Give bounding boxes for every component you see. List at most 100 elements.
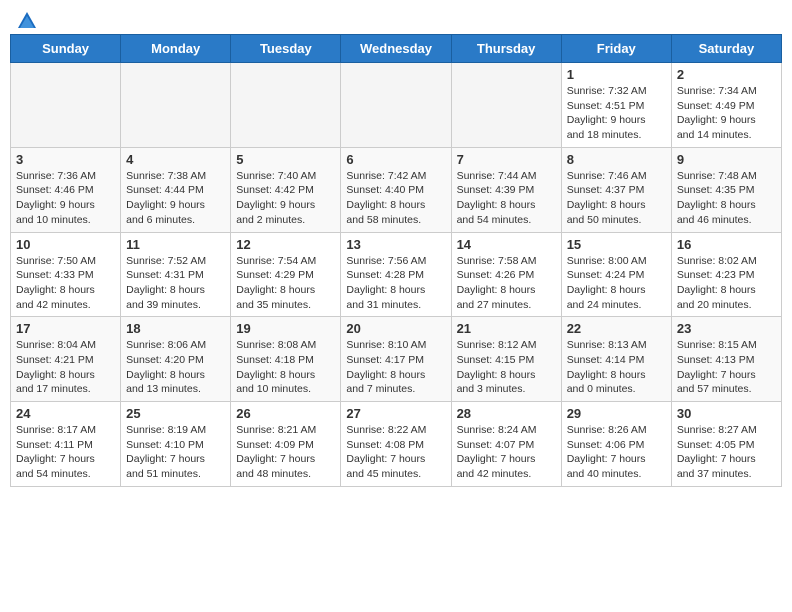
day-number: 27 (346, 406, 445, 421)
day-number: 10 (16, 237, 115, 252)
calendar-cell: 3 Sunrise: 7:36 AM Sunset: 4:46 PM Daylig… (11, 147, 121, 232)
day-info: Sunrise: 8:12 AM Sunset: 4:15 PM Dayligh… (457, 338, 556, 397)
day-number: 15 (567, 237, 666, 252)
calendar-cell: 20 Sunrise: 8:10 AM Sunset: 4:17 PM Dayli… (341, 317, 451, 402)
day-info: Sunrise: 8:26 AM Sunset: 4:06 PM Dayligh… (567, 423, 666, 482)
day-number: 28 (457, 406, 556, 421)
day-info: Sunrise: 8:13 AM Sunset: 4:14 PM Dayligh… (567, 338, 666, 397)
day-number: 5 (236, 152, 335, 167)
calendar-cell: 14Sunrise: 7:58 AM Sunset: 4:26 PM Dayli… (451, 232, 561, 317)
calendar-week-row: 17 Sunrise: 8:04 AM Sunset: 4:21 PM Dayli… (11, 317, 782, 402)
day-number: 4 (126, 152, 225, 167)
day-number: 12 (236, 237, 335, 252)
calendar-week-row: 3 Sunrise: 7:36 AM Sunset: 4:46 PM Daylig… (11, 147, 782, 232)
day-info: Sunrise: 7:32 AM Sunset: 4:51 PM Dayligh… (567, 84, 666, 143)
day-info: Sunrise: 8:27 AM Sunset: 4:05 PM Dayligh… (677, 423, 776, 482)
day-number: 29 (567, 406, 666, 421)
day-info: Sunrise: 7:44 AM Sunset: 4:39 PM Dayligh… (457, 169, 556, 228)
day-info: Sunrise: 8:00 AM Sunset: 4:24 PM Dayligh… (567, 254, 666, 313)
day-info: Sunrise: 7:54 AM Sunset: 4:29 PM Dayligh… (236, 254, 335, 313)
day-number: 30 (677, 406, 776, 421)
day-info: Sunrise: 7:56 AM Sunset: 4:28 PM Dayligh… (346, 254, 445, 313)
day-info: Sunrise: 7:40 AM Sunset: 4:42 PM Dayligh… (236, 169, 335, 228)
day-info: Sunrise: 8:02 AM Sunset: 4:23 PM Dayligh… (677, 254, 776, 313)
calendar-cell (451, 63, 561, 148)
day-info: Sunrise: 8:17 AM Sunset: 4:11 PM Dayligh… (16, 423, 115, 482)
day-number: 2 (677, 67, 776, 82)
day-number: 26 (236, 406, 335, 421)
weekday-header: Wednesday (341, 35, 451, 63)
calendar-cell: 4Sunrise: 7:38 AM Sunset: 4:44 PM Daylig… (121, 147, 231, 232)
day-info: Sunrise: 7:46 AM Sunset: 4:37 PM Dayligh… (567, 169, 666, 228)
calendar-cell: 30 Sunrise: 8:27 AM Sunset: 4:05 PM Dayli… (671, 402, 781, 487)
calendar-cell: 15 Sunrise: 8:00 AM Sunset: 4:24 PM Dayli… (561, 232, 671, 317)
calendar-cell (231, 63, 341, 148)
day-number: 25 (126, 406, 225, 421)
day-number: 19 (236, 321, 335, 336)
calendar-cell: 1Sunrise: 7:32 AM Sunset: 4:51 PM Daylig… (561, 63, 671, 148)
calendar-cell: 6 Sunrise: 7:42 AM Sunset: 4:40 PM Daylig… (341, 147, 451, 232)
weekday-header: Monday (121, 35, 231, 63)
calendar-cell: 2 Sunrise: 7:34 AM Sunset: 4:49 PM Daylig… (671, 63, 781, 148)
logo-icon (16, 10, 38, 32)
day-info: Sunrise: 8:24 AM Sunset: 4:07 PM Dayligh… (457, 423, 556, 482)
day-info: Sunrise: 7:42 AM Sunset: 4:40 PM Dayligh… (346, 169, 445, 228)
day-info: Sunrise: 7:48 AM Sunset: 4:35 PM Dayligh… (677, 169, 776, 228)
calendar-cell (121, 63, 231, 148)
calendar-cell: 7 Sunrise: 7:44 AM Sunset: 4:39 PM Daylig… (451, 147, 561, 232)
day-info: Sunrise: 7:58 AM Sunset: 4:26 PM Dayligh… (457, 254, 556, 313)
weekday-header: Sunday (11, 35, 121, 63)
day-number: 21 (457, 321, 556, 336)
day-number: 6 (346, 152, 445, 167)
page-header (10, 10, 782, 28)
weekday-header: Tuesday (231, 35, 341, 63)
day-info: Sunrise: 7:50 AM Sunset: 4:33 PM Dayligh… (16, 254, 115, 313)
calendar-cell (11, 63, 121, 148)
calendar-cell: 29 Sunrise: 8:26 AM Sunset: 4:06 PM Dayli… (561, 402, 671, 487)
calendar-cell: 18Sunrise: 8:06 AM Sunset: 4:20 PM Dayli… (121, 317, 231, 402)
calendar-cell: 17 Sunrise: 8:04 AM Sunset: 4:21 PM Dayli… (11, 317, 121, 402)
day-number: 16 (677, 237, 776, 252)
day-number: 7 (457, 152, 556, 167)
calendar-week-row: 24 Sunrise: 8:17 AM Sunset: 4:11 PM Dayli… (11, 402, 782, 487)
calendar-cell: 25 Sunrise: 8:19 AM Sunset: 4:10 PM Dayli… (121, 402, 231, 487)
day-info: Sunrise: 8:15 AM Sunset: 4:13 PM Dayligh… (677, 338, 776, 397)
calendar-cell: 28 Sunrise: 8:24 AM Sunset: 4:07 PM Dayli… (451, 402, 561, 487)
calendar-cell: 21 Sunrise: 8:12 AM Sunset: 4:15 PM Dayli… (451, 317, 561, 402)
calendar-header-row: SundayMondayTuesdayWednesdayThursdayFrid… (11, 35, 782, 63)
calendar-cell: 16 Sunrise: 8:02 AM Sunset: 4:23 PM Dayli… (671, 232, 781, 317)
day-number: 20 (346, 321, 445, 336)
day-number: 11 (126, 237, 225, 252)
day-number: 9 (677, 152, 776, 167)
day-info: Sunrise: 8:22 AM Sunset: 4:08 PM Dayligh… (346, 423, 445, 482)
calendar-cell: 8 Sunrise: 7:46 AM Sunset: 4:37 PM Daylig… (561, 147, 671, 232)
logo (14, 10, 38, 28)
calendar-cell: 22 Sunrise: 8:13 AM Sunset: 4:14 PM Dayli… (561, 317, 671, 402)
calendar-cell: 5 Sunrise: 7:40 AM Sunset: 4:42 PM Daylig… (231, 147, 341, 232)
calendar-cell: 13 Sunrise: 7:56 AM Sunset: 4:28 PM Dayli… (341, 232, 451, 317)
calendar-cell: 27 Sunrise: 8:22 AM Sunset: 4:08 PM Dayli… (341, 402, 451, 487)
calendar-cell: 19 Sunrise: 8:08 AM Sunset: 4:18 PM Dayli… (231, 317, 341, 402)
calendar-week-row: 10 Sunrise: 7:50 AM Sunset: 4:33 PM Dayli… (11, 232, 782, 317)
day-number: 24 (16, 406, 115, 421)
day-info: Sunrise: 8:08 AM Sunset: 4:18 PM Dayligh… (236, 338, 335, 397)
weekday-header: Saturday (671, 35, 781, 63)
day-info: Sunrise: 7:36 AM Sunset: 4:46 PM Dayligh… (16, 169, 115, 228)
day-number: 13 (346, 237, 445, 252)
day-info: Sunrise: 8:04 AM Sunset: 4:21 PM Dayligh… (16, 338, 115, 397)
day-info: Sunrise: 7:34 AM Sunset: 4:49 PM Dayligh… (677, 84, 776, 143)
day-number: 22 (567, 321, 666, 336)
day-info: Sunrise: 8:10 AM Sunset: 4:17 PM Dayligh… (346, 338, 445, 397)
calendar: SundayMondayTuesdayWednesdayThursdayFrid… (10, 34, 782, 487)
day-info: Sunrise: 8:19 AM Sunset: 4:10 PM Dayligh… (126, 423, 225, 482)
calendar-cell: 9 Sunrise: 7:48 AM Sunset: 4:35 PM Daylig… (671, 147, 781, 232)
day-number: 23 (677, 321, 776, 336)
calendar-cell: 26Sunrise: 8:21 AM Sunset: 4:09 PM Dayli… (231, 402, 341, 487)
day-info: Sunrise: 7:52 AM Sunset: 4:31 PM Dayligh… (126, 254, 225, 313)
day-number: 3 (16, 152, 115, 167)
day-number: 8 (567, 152, 666, 167)
day-number: 17 (16, 321, 115, 336)
calendar-cell: 10 Sunrise: 7:50 AM Sunset: 4:33 PM Dayli… (11, 232, 121, 317)
calendar-cell: 24 Sunrise: 8:17 AM Sunset: 4:11 PM Dayli… (11, 402, 121, 487)
day-info: Sunrise: 8:06 AM Sunset: 4:20 PM Dayligh… (126, 338, 225, 397)
